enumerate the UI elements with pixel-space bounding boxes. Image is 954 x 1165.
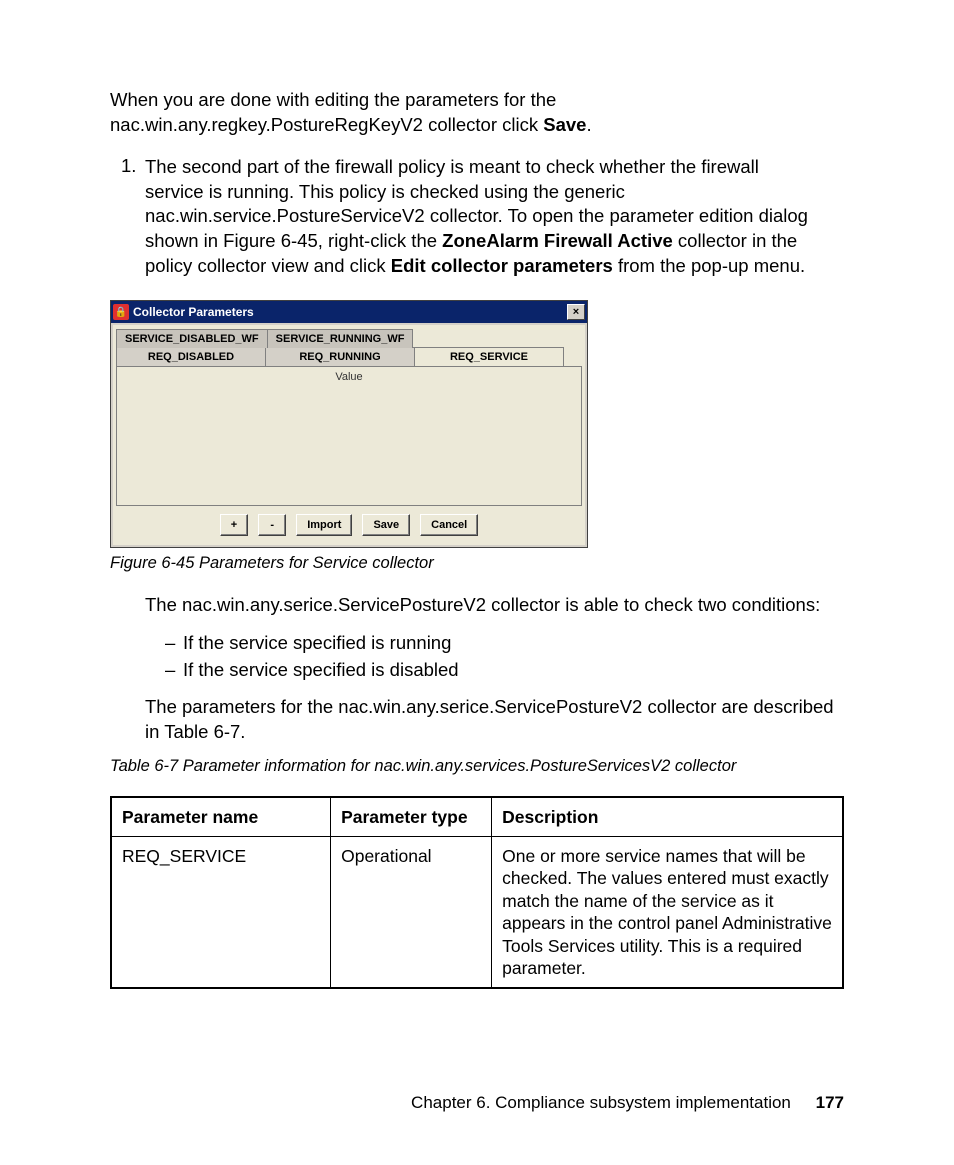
chapter-label: Chapter 6. Compliance subsystem implemen… bbox=[411, 1093, 791, 1112]
ordered-list: 1.The second part of the firewall policy… bbox=[110, 155, 844, 278]
bold-zonealarm: ZoneAlarm Firewall Active bbox=[442, 230, 673, 251]
figure-dialog: 🔒 Collector Parameters × SERVICE_DISABLE… bbox=[110, 300, 844, 548]
page-number: 177 bbox=[816, 1093, 844, 1112]
dialog-titlebar: 🔒 Collector Parameters × bbox=[111, 301, 587, 323]
td-param-name: REQ_SERVICE bbox=[111, 836, 331, 988]
list-item: –If the service specified is disabled bbox=[165, 657, 844, 684]
paragraph-table-ref: The parameters for the nac.win.any.seric… bbox=[110, 695, 844, 744]
paragraph-conditions-intro: The nac.win.any.serice.ServicePostureV2 … bbox=[110, 593, 844, 618]
text: If the service specified is disabled bbox=[183, 657, 459, 684]
intro-paragraph: When you are done with editing the param… bbox=[110, 88, 844, 137]
parameter-table: Parameter name Parameter type Descriptio… bbox=[110, 796, 844, 990]
save-word: Save bbox=[543, 114, 586, 135]
tab-service-disabled-wf[interactable]: SERVICE_DISABLED_WF bbox=[116, 329, 268, 348]
table-caption: Table 6-7 Parameter information for nac.… bbox=[110, 757, 844, 776]
add-button[interactable]: + bbox=[220, 514, 248, 536]
dash-icon: – bbox=[165, 657, 183, 684]
tab-panel: Value bbox=[116, 366, 582, 506]
cancel-button[interactable]: Cancel bbox=[420, 514, 478, 536]
tab-row-1: SERVICE_DISABLED_WF SERVICE_RUNNING_WF bbox=[116, 328, 582, 347]
save-button[interactable]: Save bbox=[362, 514, 410, 536]
list-item: –If the service specified is running bbox=[165, 630, 844, 657]
dialog-button-bar: + - Import Save Cancel bbox=[116, 506, 582, 542]
th-parameter-name: Parameter name bbox=[111, 797, 331, 837]
th-parameter-type: Parameter type bbox=[331, 797, 492, 837]
tab-req-service[interactable]: REQ_SERVICE bbox=[414, 347, 564, 366]
list-item-text: The second part of the firewall policy i… bbox=[145, 155, 820, 278]
app-icon: 🔒 bbox=[113, 304, 129, 320]
text: from the pop-up menu. bbox=[613, 255, 805, 276]
text: . bbox=[586, 114, 591, 135]
import-button[interactable]: Import bbox=[296, 514, 352, 536]
page: When you are done with editing the param… bbox=[0, 0, 954, 1165]
th-description: Description bbox=[492, 797, 843, 837]
bold-edit-params: Edit collector parameters bbox=[391, 255, 613, 276]
figure-caption: Figure 6-45 Parameters for Service colle… bbox=[110, 554, 844, 573]
dialog-title: Collector Parameters bbox=[133, 305, 565, 319]
collector-parameters-dialog: 🔒 Collector Parameters × SERVICE_DISABLE… bbox=[110, 300, 588, 548]
remove-button[interactable]: - bbox=[258, 514, 286, 536]
tab-req-running[interactable]: REQ_RUNNING bbox=[265, 347, 415, 366]
list-number: 1. bbox=[121, 155, 145, 177]
dash-list: –If the service specified is running –If… bbox=[110, 630, 844, 684]
dialog-body: SERVICE_DISABLED_WF SERVICE_RUNNING_WF R… bbox=[111, 323, 587, 547]
dash-icon: – bbox=[165, 630, 183, 657]
tab-req-disabled[interactable]: REQ_DISABLED bbox=[116, 347, 266, 366]
text: When you are done with editing the param… bbox=[110, 89, 556, 135]
tab-service-running-wf[interactable]: SERVICE_RUNNING_WF bbox=[267, 329, 414, 348]
td-param-type: Operational bbox=[331, 836, 492, 988]
tab-row-2: REQ_DISABLED REQ_RUNNING REQ_SERVICE bbox=[116, 347, 582, 366]
page-footer: Chapter 6. Compliance subsystem implemen… bbox=[411, 1093, 844, 1113]
td-description: One or more service names that will be c… bbox=[492, 836, 843, 988]
table-row: REQ_SERVICE Operational One or more serv… bbox=[111, 836, 843, 988]
value-column-header: Value bbox=[117, 367, 581, 383]
close-icon[interactable]: × bbox=[567, 304, 585, 320]
text: If the service specified is running bbox=[183, 630, 451, 657]
table-header-row: Parameter name Parameter type Descriptio… bbox=[111, 797, 843, 837]
